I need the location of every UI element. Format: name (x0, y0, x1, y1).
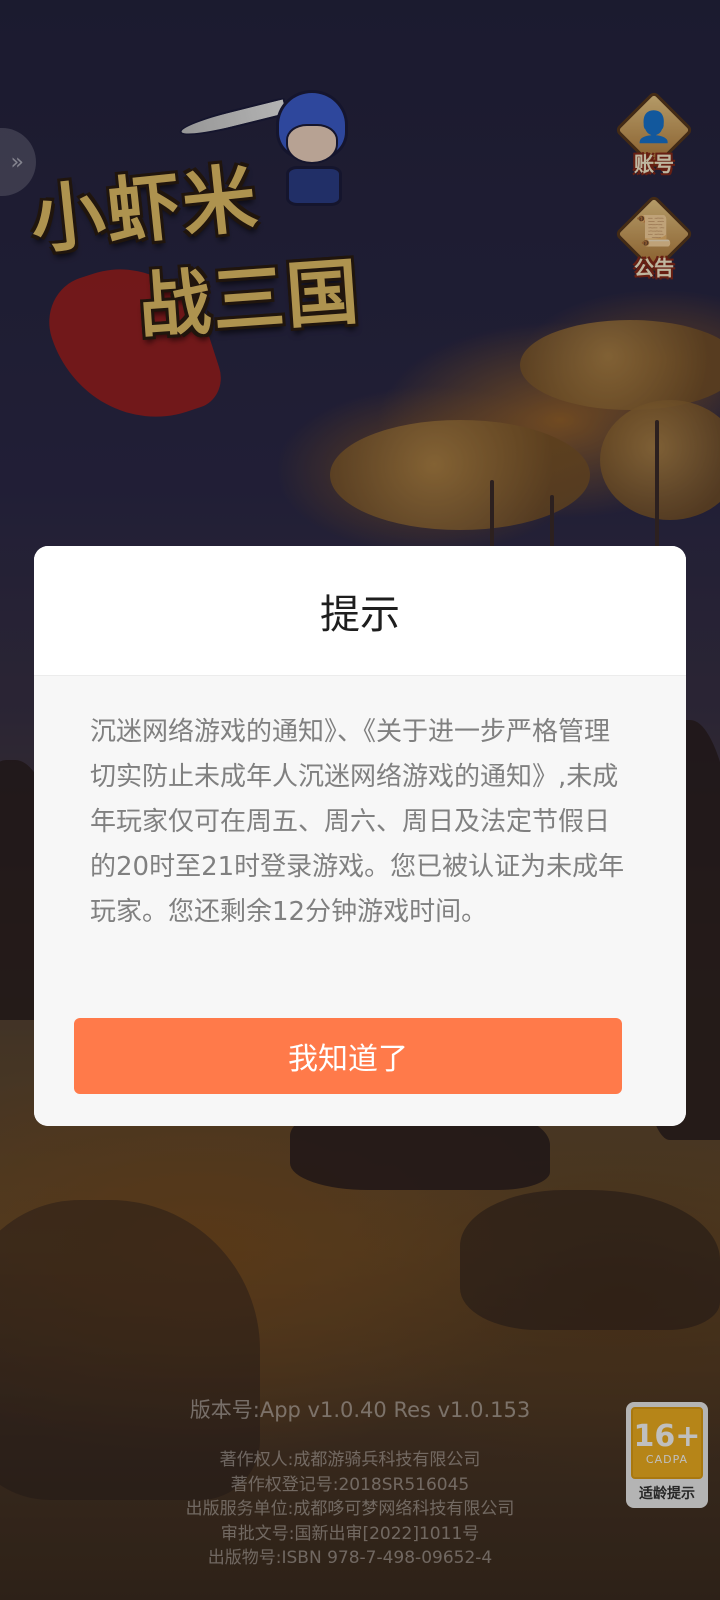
confirm-button[interactable]: 我知道了 (74, 1018, 622, 1094)
dialog-body: 沉迷网络游戏的通知》、《关于进一步严格管理切实防止未成年人沉迷网络游戏的通知》,… (34, 676, 686, 1126)
dialog-title: 提示 (320, 591, 400, 638)
dialog-message[interactable]: 沉迷网络游戏的通知》、《关于进一步严格管理切实防止未成年人沉迷网络游戏的通知》,… (90, 710, 630, 982)
anti-addiction-dialog: 提示 沉迷网络游戏的通知》、《关于进一步严格管理切实防止未成年人沉迷网络游戏的通… (34, 546, 686, 1126)
dialog-header: 提示 (34, 546, 686, 676)
